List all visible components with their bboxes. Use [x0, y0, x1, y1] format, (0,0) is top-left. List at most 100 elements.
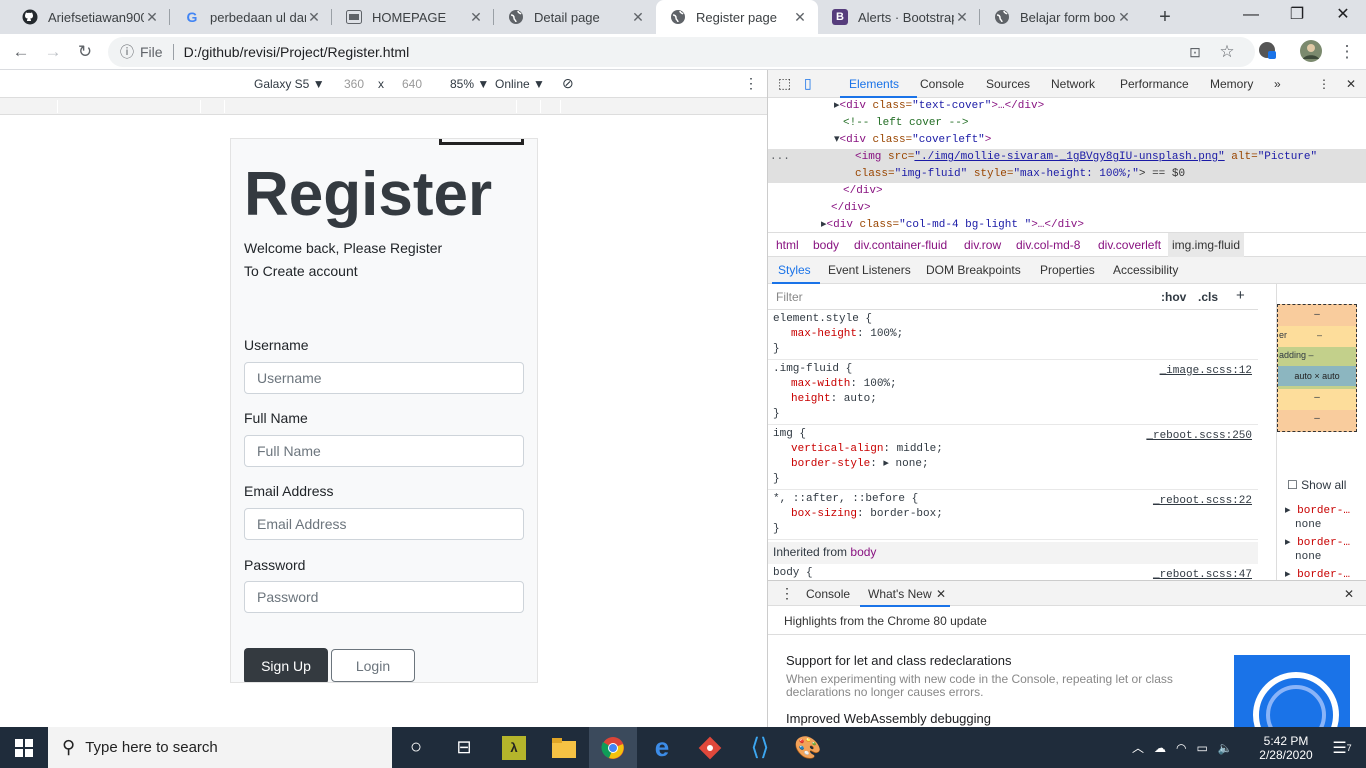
- close-devtools-icon[interactable]: ✕: [1346, 77, 1356, 91]
- dom-node-coverleft[interactable]: ▾<div class="coverleft">: [834, 132, 991, 149]
- subtab-styles[interactable]: Styles: [778, 263, 811, 277]
- subtab-event-listeners[interactable]: Event Listeners: [828, 263, 911, 277]
- drawer-tab-console[interactable]: Console: [806, 587, 850, 601]
- zoom-select[interactable]: 85% ▼: [450, 77, 489, 91]
- fullname-input[interactable]: Full Name: [244, 435, 524, 467]
- source-link[interactable]: _reboot.scss:47: [1153, 568, 1252, 580]
- menu-kebab-icon[interactable]: ⋮: [1334, 40, 1360, 64]
- git-icon[interactable]: [686, 727, 734, 768]
- hov-toggle[interactable]: :hov: [1161, 290, 1186, 304]
- source-link[interactable]: _reboot.scss:22: [1153, 494, 1252, 509]
- dom-node-text-cover[interactable]: ▸<div class="text-cover">…</div>: [834, 98, 1044, 115]
- taskbar-search[interactable]: ⚲ Type here to search: [48, 727, 392, 768]
- close-window-button[interactable]: ✕: [1320, 0, 1366, 30]
- volume-icon[interactable]: 🔈: [1218, 741, 1233, 755]
- cls-toggle[interactable]: .cls: [1198, 290, 1218, 304]
- maximize-button[interactable]: ❐: [1274, 0, 1320, 30]
- tab-google[interactable]: G perbedaan ul dan ✕: [170, 0, 332, 34]
- close-icon[interactable]: ✕: [792, 9, 808, 26]
- tab-detail-page[interactable]: Detail page ✕: [494, 0, 656, 34]
- dom-close-div[interactable]: </div>: [831, 200, 871, 217]
- width-input[interactable]: 360: [344, 77, 364, 91]
- battery-icon[interactable]: ▭: [1197, 741, 1208, 755]
- chevron-up-icon[interactable]: ︿: [1132, 739, 1144, 756]
- crumb-html[interactable]: html: [776, 238, 799, 252]
- notification-icon[interactable]: ☰ 7: [1322, 727, 1362, 768]
- crumb-row[interactable]: div.row: [964, 238, 1001, 252]
- computed-item[interactable]: ▸ border-…: [1285, 504, 1350, 518]
- tab-alerts-bootstrap[interactable]: B Alerts · Bootstrap ✕: [818, 0, 980, 34]
- rule-element-style[interactable]: element.style { max-height: 100%; }: [768, 312, 1258, 360]
- close-drawer-icon[interactable]: ✕: [1344, 587, 1354, 601]
- login-button[interactable]: Login: [331, 649, 415, 682]
- more-options-icon[interactable]: ⋮: [744, 75, 758, 92]
- source-link[interactable]: _reboot.scss:250: [1146, 429, 1252, 444]
- subtab-dom-breakpoints[interactable]: DOM Breakpoints: [926, 263, 1021, 277]
- rotate-icon[interactable]: ⊘: [562, 75, 574, 92]
- tab-memory[interactable]: Memory: [1210, 77, 1253, 91]
- new-rule-button[interactable]: +: [1236, 287, 1245, 304]
- close-icon[interactable]: ✕: [936, 587, 946, 601]
- info-icon[interactable]: ⓘ: [120, 42, 134, 62]
- new-tab-button[interactable]: +: [1152, 4, 1178, 30]
- vscode-icon[interactable]: ⟨⟩: [736, 727, 784, 768]
- windows-start-icon[interactable]: [0, 727, 48, 768]
- inspect-icon[interactable]: ⬚: [778, 75, 791, 92]
- tab-homepage[interactable]: HOMEPAGE ✕: [332, 0, 494, 34]
- cortana-icon[interactable]: ○: [392, 727, 440, 768]
- url-text[interactable]: D:/github/revisi/Project/Register.html: [184, 44, 410, 60]
- tab-github[interactable]: Ariefsetiawan900/ ✕: [8, 0, 170, 34]
- paint-icon[interactable]: 🎨: [784, 727, 832, 768]
- tab-console[interactable]: Console: [920, 77, 964, 91]
- extension-icon[interactable]: [1254, 40, 1280, 64]
- show-all-checkbox[interactable]: ☐ Show all: [1287, 478, 1346, 492]
- edge-icon[interactable]: e: [638, 727, 686, 768]
- task-view-icon[interactable]: ⊟: [440, 727, 488, 768]
- tab-more[interactable]: »: [1274, 77, 1281, 91]
- crumb-col[interactable]: div.col-md-8: [1016, 238, 1080, 252]
- close-icon[interactable]: ✕: [954, 9, 970, 26]
- tab-sources[interactable]: Sources: [986, 77, 1030, 91]
- source-link[interactable]: _image.scss:12: [1160, 364, 1252, 379]
- translate-icon[interactable]: ⊡: [1182, 40, 1208, 64]
- drawer-menu-icon[interactable]: ⋮: [780, 585, 794, 602]
- rule-universal[interactable]: *, ::after, ::before { _reboot.scss:22 b…: [768, 492, 1258, 540]
- settings-kebab-icon[interactable]: ⋮: [1318, 77, 1330, 91]
- back-button[interactable]: ←: [8, 40, 34, 64]
- avatar[interactable]: [1298, 40, 1324, 64]
- dom-close-div[interactable]: </div>: [843, 183, 883, 200]
- bookmark-star-icon[interactable]: ☆: [1214, 40, 1240, 64]
- clock[interactable]: 5:42 PM 2/28/2020: [1256, 727, 1316, 768]
- device-mode-icon[interactable]: ▯: [804, 75, 812, 92]
- whats-new-heading-2[interactable]: Improved WebAssembly debugging: [786, 711, 991, 726]
- tab-belajar-form[interactable]: Belajar form boost ✕: [980, 0, 1142, 34]
- reload-button[interactable]: ↻: [72, 40, 98, 64]
- username-input[interactable]: Username: [244, 362, 524, 394]
- close-icon[interactable]: ✕: [1116, 9, 1132, 26]
- chrome-icon[interactable]: [589, 727, 637, 768]
- tab-elements[interactable]: Elements: [849, 77, 899, 91]
- email-input[interactable]: Email Address: [244, 508, 524, 540]
- crumb-body[interactable]: body: [813, 238, 839, 252]
- rule-img-fluid[interactable]: .img-fluid { _image.scss:12 max-width: 1…: [768, 362, 1258, 425]
- tab-network[interactable]: Network: [1051, 77, 1095, 91]
- close-icon[interactable]: ✕: [306, 9, 322, 26]
- drawer-tab-whats-new[interactable]: What's New: [868, 587, 932, 601]
- signup-button[interactable]: Sign Up: [244, 648, 328, 682]
- height-input[interactable]: 640: [402, 77, 422, 91]
- address-bar[interactable]: ⓘ File D:/github/revisi/Project/Register…: [108, 37, 1255, 67]
- filter-input[interactable]: Filter: [776, 290, 803, 304]
- subtab-accessibility[interactable]: Accessibility: [1113, 263, 1178, 277]
- forward-button[interactable]: →: [40, 40, 66, 64]
- network-select[interactable]: Online ▼: [495, 77, 545, 91]
- whats-new-heading-1[interactable]: Support for let and class redeclarations: [786, 653, 1011, 668]
- dom-comment[interactable]: <!-- left cover -->: [843, 115, 968, 132]
- file-explorer-icon[interactable]: [540, 727, 588, 768]
- app-lambda-icon[interactable]: λ: [490, 727, 538, 768]
- crumb-coverleft[interactable]: div.coverleft: [1098, 238, 1161, 252]
- password-input[interactable]: Password: [244, 581, 524, 613]
- device-select[interactable]: Galaxy S5 ▼: [254, 77, 325, 91]
- crumb-img[interactable]: img.img-fluid: [1168, 233, 1245, 257]
- minimize-button[interactable]: —: [1228, 0, 1274, 30]
- wifi-icon[interactable]: ◠: [1176, 741, 1186, 755]
